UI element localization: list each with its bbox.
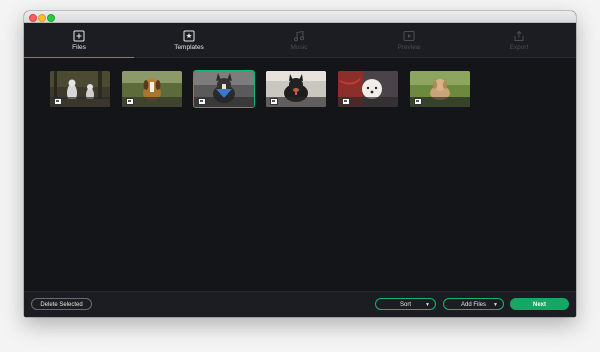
file-thumbnail[interactable] — [410, 71, 470, 107]
step-navigation: Files Templates Music Preview Export — [24, 23, 576, 58]
image-icon — [414, 98, 422, 105]
tab-preview[interactable]: Preview — [354, 23, 464, 57]
image-icon — [126, 98, 134, 105]
next-label: Next — [532, 302, 546, 308]
minimize-window-button[interactable] — [38, 13, 46, 22]
music-note-icon — [294, 30, 304, 42]
tab-export[interactable]: Export — [464, 23, 574, 57]
tab-music-label: Music — [290, 44, 308, 51]
tab-templates[interactable]: Templates — [134, 23, 244, 57]
file-thumbnail[interactable] — [266, 71, 326, 107]
tab-preview-label: Preview — [397, 44, 421, 51]
file-thumbnail[interactable] — [50, 71, 110, 107]
chevron-down-icon: ▼ — [493, 302, 498, 308]
image-icon — [270, 98, 278, 105]
zoom-window-button[interactable] — [47, 13, 55, 22]
tab-templates-label: Templates — [174, 44, 204, 51]
file-thumbnail[interactable] — [193, 70, 255, 108]
add-files-label: Add Files — [460, 302, 486, 308]
sort-label: Sort — [399, 302, 411, 308]
add-files-dropdown[interactable]: Add Files ▼ — [443, 298, 504, 310]
add-file-icon — [73, 30, 85, 42]
star-frame-icon — [183, 30, 195, 42]
file-thumbnail[interactable] — [338, 71, 398, 107]
title-bar — [24, 11, 576, 23]
close-window-button[interactable] — [29, 13, 37, 22]
delete-selected-button[interactable]: Delete Selected — [31, 298, 92, 310]
delete-selected-label: Delete Selected — [40, 302, 83, 308]
chevron-down-icon: ▼ — [425, 302, 430, 308]
app-window: Files Templates Music Preview Export Del… — [24, 11, 576, 317]
play-frame-icon — [403, 31, 415, 41]
tab-files-label: Files — [72, 44, 86, 51]
image-icon — [54, 98, 62, 105]
tab-export-label: Export — [509, 44, 529, 51]
tab-music[interactable]: Music — [244, 23, 354, 57]
tab-files[interactable]: Files — [24, 23, 134, 58]
share-icon — [514, 30, 524, 41]
footer-toolbar: Delete Selected Sort ▼ Add Files ▼ Next — [24, 291, 576, 317]
next-button[interactable]: Next — [510, 298, 569, 310]
sort-dropdown[interactable]: Sort ▼ — [375, 298, 436, 310]
image-icon — [198, 98, 206, 105]
image-icon — [342, 98, 350, 105]
file-thumbnail[interactable] — [122, 71, 182, 107]
